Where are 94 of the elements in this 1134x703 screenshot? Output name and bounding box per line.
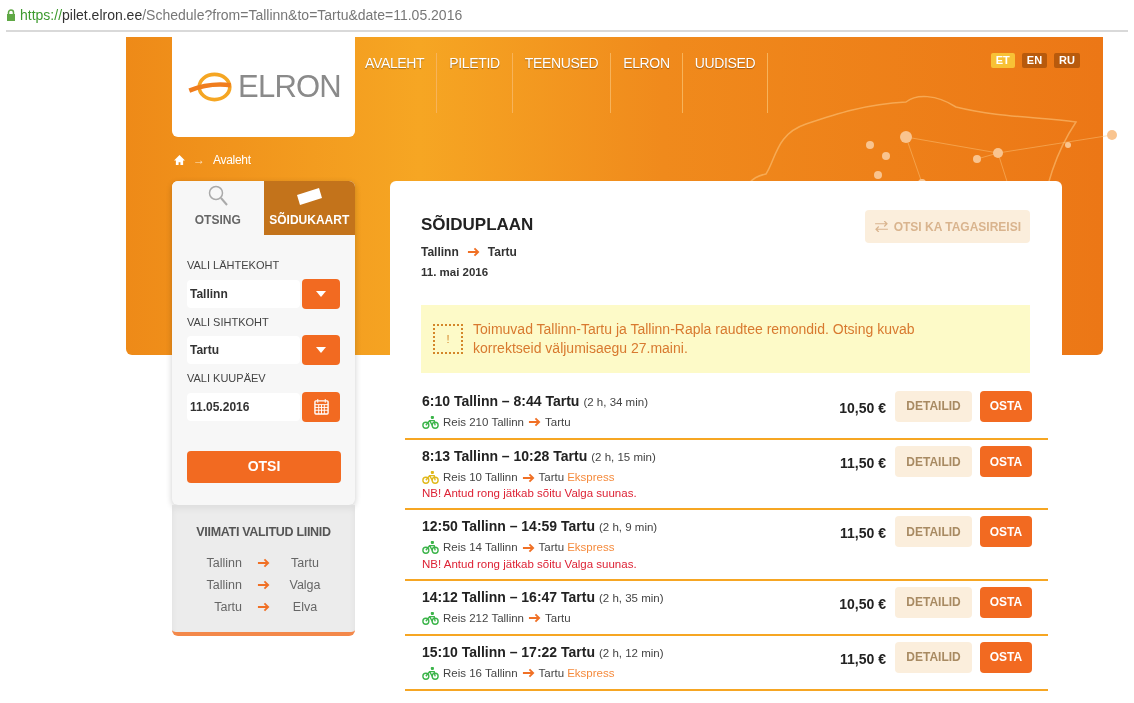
train-number: Reis 210 Tallinn bbox=[443, 414, 524, 430]
field-label: VALI KUUPÄEV bbox=[187, 371, 267, 386]
calendar-button[interactable] bbox=[302, 391, 340, 422]
arrow-icon bbox=[257, 602, 270, 613]
train-destination: Tartu bbox=[538, 540, 565, 556]
express-label: Ekspress bbox=[567, 665, 615, 681]
route-from: Tallinn bbox=[421, 243, 459, 261]
trip-note: NB! Antud rong jätkab sõitu Valga suunas. bbox=[422, 556, 638, 572]
nav-link[interactable]: UUDISED bbox=[682, 53, 769, 113]
arrow-icon bbox=[521, 542, 535, 553]
recent-route-link[interactable]: Tallinn Tartu bbox=[172, 552, 355, 575]
trip-duration: (2 h, 9 min) bbox=[599, 520, 658, 536]
language-button[interactable]: EN bbox=[1021, 53, 1048, 68]
ticket-icon bbox=[295, 187, 324, 207]
notice-icon: ! bbox=[433, 323, 463, 354]
arrow-icon bbox=[257, 580, 270, 591]
route-to: Tartu bbox=[487, 243, 517, 261]
address-bar[interactable]: https://pilet.elron.ee/Schedule?from=Tallinn&to=Tartu&date=11.05.2016 bbox=[6, 0, 1128, 32]
arrow-icon bbox=[528, 613, 541, 624]
buy-button[interactable]: OSTA bbox=[980, 446, 1032, 477]
trip-price: 11,50 € bbox=[840, 454, 886, 473]
breadcrumb-separator: → bbox=[193, 152, 205, 169]
recent-route-link[interactable]: Tartu Elva bbox=[172, 596, 355, 619]
arrow-icon bbox=[521, 668, 535, 679]
arrow-icon bbox=[521, 472, 535, 483]
buy-button[interactable]: OSTA bbox=[980, 641, 1032, 673]
field-label: VALI SIHTKOHT bbox=[187, 314, 270, 330]
panel-tab[interactable]: OTSING bbox=[172, 181, 264, 235]
field-label: VALI LÄHTEKOHT bbox=[187, 258, 281, 273]
panel-tab[interactable]: SÕIDUKAART bbox=[263, 181, 355, 235]
nav-link[interactable]: ELRON bbox=[611, 53, 683, 113]
search-icon bbox=[207, 185, 228, 207]
trip-times: 8:13 Tallinn – 10:28 Tartu bbox=[422, 447, 588, 466]
trip-price: 11,50 € bbox=[840, 524, 886, 544]
recent-routes-title: VIIMATI VALITUD LIINID bbox=[195, 523, 332, 541]
trip-duration: (2 h, 34 min) bbox=[583, 394, 648, 410]
caret-icon bbox=[316, 290, 327, 297]
return-trip-button[interactable]: OTSI KA TAGASIREISI bbox=[864, 210, 1030, 243]
details-button[interactable]: DETAILID bbox=[895, 390, 972, 422]
train-number: Reis 14 Tallinn bbox=[443, 540, 518, 556]
express-label: Ekspress bbox=[567, 470, 615, 485]
arrow-icon bbox=[466, 246, 480, 257]
train-destination: Tartu bbox=[545, 414, 571, 430]
schedule-title: SÕIDUPLAAN bbox=[421, 214, 534, 236]
schedule-date: 11. mai 2016 bbox=[421, 264, 490, 280]
trip-times: 15:10 Tallinn – 17:22 Tartu bbox=[422, 642, 595, 662]
trip-note: NB! Antud rong jätkab sõitu Valga suunas. bbox=[422, 486, 638, 502]
trip-duration: (2 h, 15 min) bbox=[591, 450, 656, 465]
nav-link[interactable]: TEENUSED bbox=[512, 53, 612, 113]
home-icon[interactable] bbox=[174, 155, 185, 165]
logo-card[interactable]: ELRON bbox=[172, 37, 355, 137]
dropdown-button[interactable] bbox=[302, 335, 340, 365]
dropdown-button[interactable] bbox=[302, 278, 340, 309]
notice-text: Toimuvad Tallinn-Tartu ja Tallinn-Rapla raudtee remondid. Otsing kuvab korrektseid väljumisaegu 27.maini. bbox=[473, 319, 916, 358]
train-destination: Tartu bbox=[538, 665, 565, 681]
lock-icon bbox=[6, 9, 16, 21]
input-field[interactable]: Tartu bbox=[187, 336, 301, 364]
input-field[interactable]: 11.05.2016 bbox=[187, 392, 301, 421]
trip-duration: (2 h, 35 min) bbox=[599, 590, 664, 606]
caret-icon bbox=[316, 347, 327, 353]
recent-route-link[interactable]: Tallinn Valga bbox=[172, 574, 355, 597]
details-button[interactable]: DETAILID bbox=[895, 516, 972, 548]
input-field[interactable]: Tallinn bbox=[187, 279, 301, 308]
nav-link[interactable]: AVALEHT bbox=[365, 53, 438, 113]
swap-icon bbox=[873, 221, 889, 232]
url-text: https://pilet.elron.ee/Schedule?from=Tallinn&to=Tartu&date=11.05.2016 bbox=[20, 5, 463, 25]
express-label: Ekspress bbox=[567, 540, 615, 556]
logo-text: ELRON bbox=[238, 67, 341, 106]
trip-times: 14:12 Tallinn – 16:47 Tartu bbox=[422, 587, 595, 607]
train-number: Reis 10 Tallinn bbox=[443, 470, 518, 485]
details-button[interactable]: DETAILID bbox=[895, 641, 972, 673]
trip-price: 10,50 € bbox=[839, 398, 886, 418]
trip-times: 12:50 Tallinn – 14:59 Tartu bbox=[422, 517, 595, 537]
train-number: Reis 16 Tallinn bbox=[443, 665, 518, 681]
trip-times: 6:10 Tallinn – 8:44 Tartu bbox=[422, 391, 580, 411]
buy-button[interactable]: OSTA bbox=[980, 586, 1032, 618]
language-button[interactable]: RU bbox=[1054, 53, 1080, 68]
language-button[interactable]: ET bbox=[990, 53, 1015, 68]
details-button[interactable]: DETAILID bbox=[895, 446, 972, 477]
trip-price: 10,50 € bbox=[839, 594, 886, 614]
arrow-icon bbox=[257, 558, 270, 569]
calendar-icon bbox=[313, 398, 329, 415]
trip-duration: (2 h, 12 min) bbox=[599, 645, 664, 661]
trip-price: 11,50 € bbox=[840, 649, 886, 669]
train-destination: Tartu bbox=[545, 610, 571, 626]
buy-button[interactable]: OSTA bbox=[980, 516, 1032, 548]
buy-button[interactable]: OSTA bbox=[980, 390, 1032, 422]
train-destination: Tartu bbox=[538, 470, 565, 485]
search-button[interactable]: OTSI bbox=[187, 450, 341, 483]
details-button[interactable]: DETAILID bbox=[895, 586, 972, 618]
train-number: Reis 212 Tallinn bbox=[443, 610, 524, 626]
breadcrumb-link[interactable]: Avaleht bbox=[213, 151, 251, 169]
arrow-icon bbox=[528, 417, 541, 428]
nav-link[interactable]: PILETID bbox=[437, 53, 513, 113]
